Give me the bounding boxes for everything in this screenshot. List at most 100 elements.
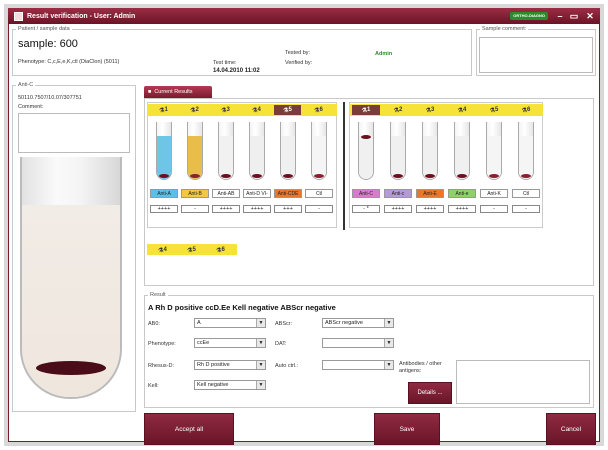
tube-pellet <box>159 174 169 178</box>
accept-all-label: Accept all <box>174 426 204 433</box>
card2-tube-1[interactable] <box>358 122 374 180</box>
abo-select[interactable]: A ▼ <box>194 318 266 328</box>
card1-tube-3[interactable] <box>218 122 234 180</box>
card1-tube-6[interactable] <box>311 122 327 180</box>
card2-tab-6[interactable]: ⚗ 6 <box>512 105 540 115</box>
card1-result-field[interactable]: ++++ <box>243 205 271 213</box>
tube-liquid <box>312 136 326 179</box>
card2-tube-6[interactable] <box>518 122 534 180</box>
anti-c-comment-input[interactable] <box>18 113 130 153</box>
card2-tab-3[interactable]: ⚗ 3 <box>416 105 444 115</box>
card3-tab-1[interactable]: ⚗ 4 <box>150 245 175 255</box>
tube-pellet <box>252 174 262 178</box>
card2-result-field[interactable]: ++++ <box>416 205 444 213</box>
kell-select[interactable]: Kell negative ▼ <box>194 380 266 390</box>
card2-tab-label: 6 <box>527 107 531 113</box>
abscr-select[interactable]: ABScr negative ▼ <box>322 318 394 328</box>
card3-tab-label: 6 <box>221 247 225 253</box>
window-title: Result verification - User: Admin <box>27 12 136 20</box>
test-time-value: 14.04.2010 11:02 <box>213 68 260 74</box>
rhesus-select[interactable]: Rh D positive ▼ <box>194 360 266 370</box>
abscr-value: ABScr negative <box>325 320 363 326</box>
tube-liquid <box>281 136 295 179</box>
card3-tab-2[interactable]: ⚗ 5 <box>179 245 204 255</box>
autoctrl-select[interactable]: ▼ <box>322 360 394 370</box>
card1-tab-5[interactable]: ⚗ 5 <box>274 105 301 115</box>
card2-result-field[interactable]: ++++ <box>448 205 476 213</box>
chevron-down-icon: ▼ <box>256 381 265 389</box>
card1-tab-1[interactable]: ⚗ 1 <box>150 105 177 115</box>
save-button[interactable]: Save <box>374 413 440 445</box>
card2-tube-5[interactable] <box>486 122 502 180</box>
card1-tube-2[interactable] <box>187 122 203 180</box>
tested-by-value: Admin <box>375 51 393 57</box>
card2-tube-2[interactable] <box>390 122 406 180</box>
card1-tab-2[interactable]: ⚗ 2 <box>181 105 208 115</box>
card1-result-field[interactable]: +++ <box>274 205 302 213</box>
tube-liquid <box>219 136 233 179</box>
tube-pellet <box>221 174 231 178</box>
kell-value: Kell negative <box>197 382 229 388</box>
comment-label: Comment: <box>18 104 44 110</box>
anti-c-code: 50110.7507/10.07/307751 <box>18 95 82 101</box>
card2-tab-5[interactable]: ⚗ 5 <box>480 105 508 115</box>
card2-reagent-label: Anti-E <box>416 189 444 198</box>
card2-tab-4[interactable]: ⚗ 4 <box>448 105 476 115</box>
title-bar[interactable]: Result verification - User: Admin ORTHO-… <box>8 8 600 24</box>
phenotype-info: Phenotype: C,c,E,e,K,ctl (DiaClon) (5011… <box>18 59 120 65</box>
card1-tab-label: 6 <box>319 107 323 113</box>
tube-liquid <box>391 136 405 179</box>
sample-comment-input[interactable] <box>479 37 593 73</box>
rhesus-label: Rhesus-D: <box>148 363 174 369</box>
card2-tube-4[interactable] <box>454 122 470 180</box>
card1-reagent-label: Ctl <box>305 189 333 198</box>
tube-pellet <box>36 361 106 375</box>
card2-tube-3[interactable] <box>422 122 438 180</box>
chevron-down-icon: ▼ <box>384 319 393 327</box>
card1-result-field[interactable]: ++++ <box>150 205 178 213</box>
card1-tab-4[interactable]: ⚗ 4 <box>243 105 270 115</box>
card3-tab-3[interactable]: ⚗ 6 <box>208 245 233 255</box>
card2-tab-label: 3 <box>431 107 435 113</box>
card2-result-field[interactable]: - <box>512 205 540 213</box>
card1-tube-4[interactable] <box>249 122 265 180</box>
card2-tab-1[interactable]: ⚗ 1 <box>352 105 380 115</box>
sample-comment-legend: Sample comment: <box>482 26 527 32</box>
abscr-label: ABScr: <box>275 321 293 327</box>
details-button[interactable]: Details ... <box>408 382 452 404</box>
tube-liquid <box>359 136 373 179</box>
card1-tab-label: 2 <box>195 107 199 113</box>
card1-result-field[interactable]: - <box>305 205 333 213</box>
tube-liquid <box>250 136 264 179</box>
card1-tab-3[interactable]: ⚗ 3 <box>212 105 239 115</box>
app-icon <box>14 11 23 21</box>
card1-tube-1[interactable] <box>156 122 172 180</box>
cancel-button[interactable]: Cancel <box>546 413 596 445</box>
close-icon[interactable]: ✕ <box>584 10 596 22</box>
tab-current-results-label: Current Results <box>154 89 193 95</box>
card2-result-field[interactable]: - * <box>352 205 380 213</box>
chevron-down-icon: ▼ <box>384 361 393 369</box>
card2-tab-label: 4 <box>463 107 467 113</box>
minimize-icon[interactable]: – <box>554 10 566 22</box>
accept-all-button[interactable]: Accept all <box>144 413 234 445</box>
patient-panel-legend: Patient / sample data <box>18 26 70 32</box>
card2-result-field[interactable]: ++++ <box>384 205 412 213</box>
card1-tube-5[interactable] <box>280 122 296 180</box>
phenotype-label: Phenotype: <box>148 341 176 347</box>
card2-reagent-label: Anti-e <box>448 189 476 198</box>
maximize-icon[interactable]: ▭ <box>568 10 580 22</box>
card1-result-field[interactable]: ++++ <box>212 205 240 213</box>
tab-current-results[interactable]: ■ Current Results <box>144 86 212 98</box>
card1-tab-6[interactable]: ⚗ 6 <box>305 105 332 115</box>
kell-label: Kell: <box>148 383 159 389</box>
antibodies-input[interactable] <box>456 360 590 404</box>
autoctrl-label: Auto ctrl.: <box>275 363 299 369</box>
card2-reagent-label: Anti-C <box>352 189 380 198</box>
phenotype-select[interactable]: ccEe ▼ <box>194 338 266 348</box>
card1-result-field[interactable]: - <box>181 205 209 213</box>
dat-select[interactable]: ▼ <box>322 338 394 348</box>
card2-tab-2[interactable]: ⚗ 2 <box>384 105 412 115</box>
card1-reagent-label: Anti-CDE <box>274 189 302 198</box>
card2-result-field[interactable]: - <box>480 205 508 213</box>
